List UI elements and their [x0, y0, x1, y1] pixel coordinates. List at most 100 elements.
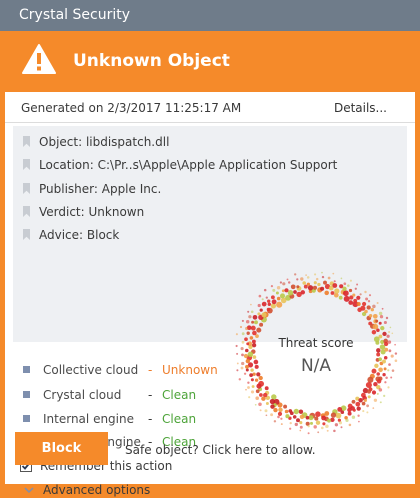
ring-dot — [300, 290, 306, 295]
details-link[interactable]: Details... — [334, 101, 387, 115]
ring-dot — [353, 298, 358, 303]
ring-dot — [380, 325, 385, 331]
ring-dot — [358, 398, 363, 403]
ring-dot — [251, 320, 255, 324]
ring-dot — [279, 293, 286, 299]
ring-dot — [289, 421, 292, 425]
ring-dot — [354, 287, 357, 290]
ring-dot — [381, 307, 384, 310]
ring-dot — [307, 432, 310, 435]
ring-dot — [273, 407, 278, 413]
ring-dot — [347, 284, 350, 287]
engine-status: Clean — [162, 412, 197, 426]
ring-dot — [389, 326, 392, 329]
ring-dot — [270, 413, 274, 417]
ring-dot — [333, 280, 336, 283]
ring-dot — [277, 411, 283, 416]
bookmark-icon — [23, 206, 30, 217]
engine-dash: - — [148, 363, 153, 377]
ring-dot — [327, 418, 331, 423]
ring-dot — [271, 299, 277, 305]
ring-dot — [363, 398, 367, 402]
ring-dot — [250, 325, 256, 331]
ring-dot — [355, 401, 361, 407]
advanced-options-label: Advanced options — [43, 483, 151, 497]
ring-dot — [365, 297, 369, 301]
ring-dot — [321, 275, 325, 279]
ring-dot — [241, 332, 245, 336]
ring-dot — [362, 301, 367, 307]
ring-dot — [334, 288, 340, 294]
ring-dot — [265, 414, 268, 417]
ring-dot — [300, 277, 304, 281]
engine-name: Internal engine — [43, 412, 134, 426]
ring-dot — [379, 315, 384, 319]
ring-dot — [361, 401, 366, 406]
ring-dot — [335, 412, 342, 419]
ring-dot — [246, 331, 250, 335]
ring-dot — [296, 418, 300, 423]
ring-dot — [299, 425, 303, 429]
ring-dot — [378, 388, 383, 392]
ring-dot — [321, 415, 327, 421]
ring-dot — [236, 352, 239, 355]
ring-dot — [299, 429, 302, 432]
engine-name: Collective cloud — [43, 363, 139, 377]
ring-dot — [365, 381, 372, 389]
ring-dot — [258, 375, 263, 381]
ring-dot — [255, 396, 259, 400]
ring-dot — [270, 404, 275, 409]
ring-dot — [343, 295, 350, 302]
ring-dot — [248, 396, 251, 399]
ring-dot — [269, 398, 276, 405]
ring-dot — [271, 394, 277, 400]
ring-dot — [372, 313, 378, 319]
engine-status: Clean — [162, 388, 197, 402]
ring-dot — [256, 383, 262, 389]
warning-icon — [22, 44, 56, 74]
ring-dot — [250, 303, 252, 306]
ring-dot — [333, 429, 336, 433]
block-button[interactable]: Block — [15, 432, 108, 465]
ring-dot — [324, 290, 329, 296]
advanced-options-toggle[interactable]: Advanced options — [24, 482, 150, 498]
ring-dot — [334, 423, 339, 427]
ring-dot — [294, 273, 297, 276]
ring-dot — [366, 305, 371, 310]
ring-dot — [340, 426, 343, 429]
ring-dot — [310, 421, 313, 425]
ring-dot — [270, 295, 275, 300]
ring-dot — [315, 277, 319, 281]
ring-dot — [352, 408, 356, 412]
ring-dot — [325, 424, 329, 429]
ring-dot — [259, 322, 264, 327]
info-object: Object: libdispatch.dll — [23, 132, 169, 152]
ring-dot — [306, 276, 310, 279]
ring-dot — [383, 394, 386, 398]
ring-dot — [276, 296, 281, 301]
ring-dot — [238, 378, 241, 381]
ring-dot — [356, 295, 361, 300]
engine-dash: - — [148, 412, 153, 426]
ring-dot — [373, 398, 378, 402]
ring-dot — [296, 278, 299, 281]
ring-dot — [342, 286, 347, 291]
ring-dot — [247, 386, 250, 389]
ring-dot — [287, 281, 291, 284]
ring-dot — [332, 272, 335, 275]
ring-dot — [387, 386, 390, 389]
allow-link[interactable]: Safe object? Click here to allow. — [125, 443, 316, 457]
ring-dot — [358, 420, 360, 423]
ring-dot — [332, 283, 338, 288]
ring-dot — [261, 396, 266, 401]
ring-dot — [364, 290, 367, 294]
ring-dot — [280, 417, 283, 420]
ring-dot — [367, 376, 374, 383]
engine-status: Unknown — [162, 363, 218, 377]
bookmark-icon — [23, 136, 30, 147]
ring-dot — [376, 301, 379, 305]
ring-dot — [284, 288, 289, 293]
ring-dot — [352, 293, 356, 297]
ring-dot — [312, 285, 318, 290]
ring-dot — [290, 284, 296, 290]
